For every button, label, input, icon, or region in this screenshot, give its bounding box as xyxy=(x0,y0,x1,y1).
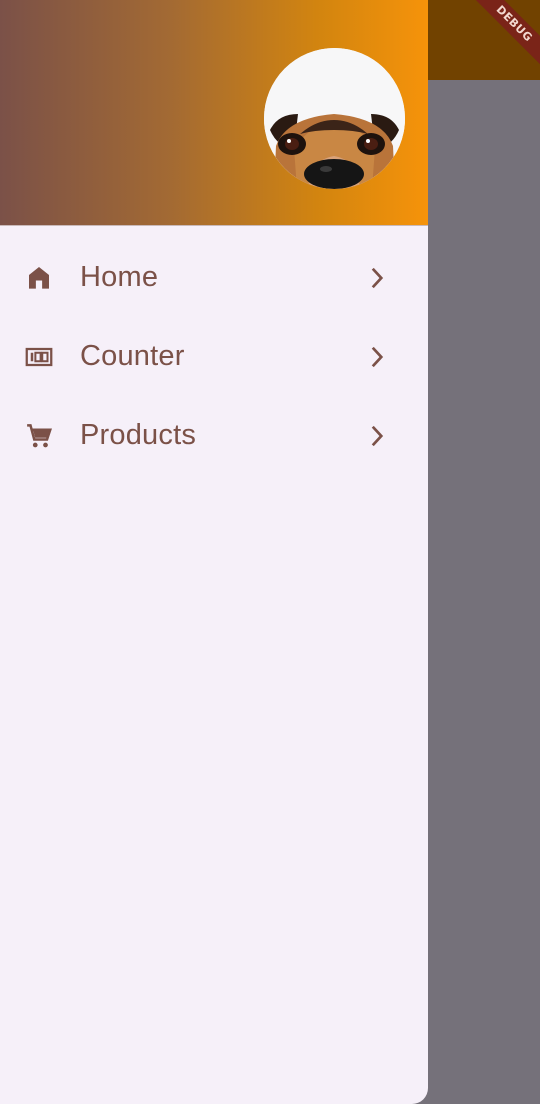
chevron-right-icon xyxy=(362,342,392,372)
chevron-right-icon xyxy=(362,263,392,293)
drawer-item-label: Home xyxy=(80,261,159,293)
cart-icon xyxy=(24,421,54,451)
counter-icon xyxy=(24,342,54,372)
drawer-item-home[interactable]: Home xyxy=(0,238,428,317)
home-icon xyxy=(24,263,54,293)
drawer-item-products[interactable]: Products xyxy=(0,396,428,475)
navigation-drawer: Home Counter Products xyxy=(0,0,428,1104)
drawer-item-label: Products xyxy=(80,419,197,451)
avatar xyxy=(264,48,405,189)
drawer-menu: Home Counter Products xyxy=(0,226,428,475)
drawer-item-counter[interactable]: Counter xyxy=(0,317,428,396)
chevron-right-icon xyxy=(362,421,392,451)
drawer-header xyxy=(0,0,428,226)
drawer-item-label: Counter xyxy=(80,340,185,372)
dog-avatar-image xyxy=(264,48,405,189)
